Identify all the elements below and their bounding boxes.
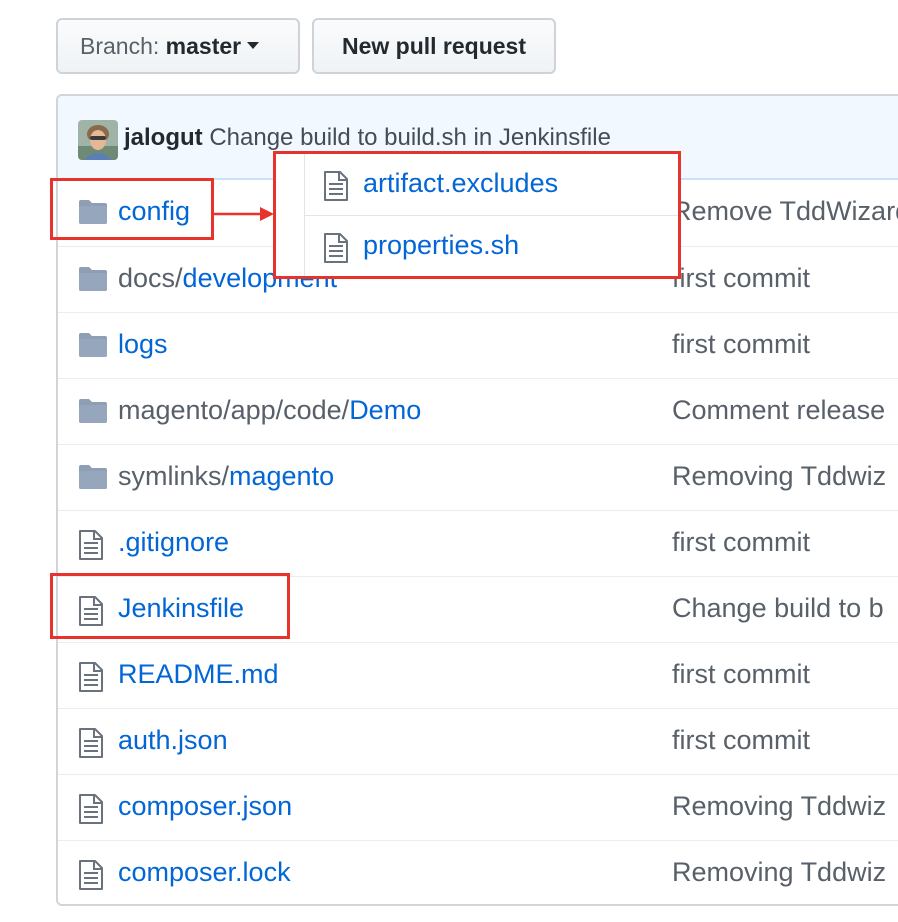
highlight-box-config bbox=[50, 178, 214, 240]
file-icon bbox=[78, 530, 108, 560]
config-file-name[interactable]: artifact.excludes bbox=[363, 168, 558, 199]
config-file-row[interactable]: artifact.excludes bbox=[305, 154, 678, 215]
branch-name: master bbox=[165, 33, 242, 59]
file-row[interactable]: auth.json first commit bbox=[58, 708, 898, 774]
new-pull-request-button[interactable]: New pull request bbox=[312, 18, 556, 74]
file-icon bbox=[78, 860, 108, 890]
folder-icon bbox=[78, 332, 108, 360]
config-contents-popup: artifact.excludes properties.sh bbox=[273, 151, 681, 279]
commit-message[interactable]: Change build to build.sh in Jenkinsfile bbox=[209, 124, 611, 151]
path-prefix: magento/app/code/ bbox=[118, 395, 350, 425]
commit-message-link[interactable]: first commit bbox=[672, 527, 810, 558]
file-icon bbox=[78, 728, 108, 758]
config-contents-list: artifact.excludes properties.sh bbox=[304, 154, 678, 276]
file-name: composer.lock bbox=[118, 857, 291, 887]
repo-file-browser: Branch: master New pull request jalogut … bbox=[0, 0, 898, 922]
file-row[interactable]: composer.json Removing Tddwiz bbox=[58, 774, 898, 840]
file-row[interactable]: magento/app/code/Demo Comment release bbox=[58, 378, 898, 444]
folder-icon bbox=[78, 398, 108, 426]
path-prefix: symlinks/ bbox=[118, 461, 230, 491]
folder-icon bbox=[78, 266, 108, 294]
folder-icon bbox=[78, 464, 108, 492]
file-name: auth.json bbox=[118, 725, 228, 755]
commit-message-link[interactable]: first commit bbox=[672, 725, 810, 756]
commit-message-link[interactable]: Removing Tddwiz bbox=[672, 791, 886, 822]
latest-commit-text: jalogut Change build to build.sh in Jenk… bbox=[124, 124, 611, 152]
commit-message-link[interactable]: first commit bbox=[672, 263, 810, 294]
commit-message-link[interactable]: Removing Tddwiz bbox=[672, 461, 886, 492]
commit-message-link[interactable]: first commit bbox=[672, 659, 810, 690]
file-name: composer.json bbox=[118, 791, 293, 821]
file-name: README.md bbox=[118, 659, 279, 689]
file-row[interactable]: README.md first commit bbox=[58, 642, 898, 708]
highlight-box-jenkinsfile bbox=[50, 573, 290, 639]
path-prefix: docs/ bbox=[118, 263, 183, 293]
file-icon bbox=[78, 794, 108, 824]
config-file-name[interactable]: properties.sh bbox=[363, 230, 519, 261]
file-name-link[interactable]: magento/app/code/Demo bbox=[118, 395, 421, 426]
file-name-link[interactable]: README.md bbox=[118, 659, 279, 690]
file-name: logs bbox=[118, 329, 168, 359]
file-row[interactable]: symlinks/magento Removing Tddwiz bbox=[58, 444, 898, 510]
file-row[interactable]: .gitignore first commit bbox=[58, 510, 898, 576]
commit-message-link[interactable]: Comment release bbox=[672, 395, 885, 426]
file-list: config Remove TddWizard docs/development fi… bbox=[58, 180, 898, 904]
file-icon bbox=[323, 233, 353, 263]
file-icon bbox=[78, 662, 108, 692]
branch-select-button[interactable]: Branch: master bbox=[56, 18, 300, 74]
file-name-link[interactable]: composer.json bbox=[118, 791, 292, 822]
file-name: magento bbox=[229, 461, 335, 491]
caret-down-icon bbox=[247, 42, 260, 50]
file-name-link[interactable]: logs bbox=[118, 329, 168, 360]
commit-message-link[interactable]: Remove TddWizard bbox=[672, 196, 898, 227]
file-name-link[interactable]: auth.json bbox=[118, 725, 228, 756]
branch-label: Branch: bbox=[80, 33, 160, 59]
file-name: Demo bbox=[349, 395, 422, 425]
commit-message-link[interactable]: Change build to b bbox=[672, 593, 884, 624]
commit-message-link[interactable]: Removing Tddwiz bbox=[672, 857, 886, 888]
commit-author[interactable]: jalogut bbox=[124, 124, 203, 151]
file-name-link[interactable]: .gitignore bbox=[118, 527, 229, 558]
arrow-right-icon bbox=[212, 207, 274, 221]
file-name-link[interactable]: composer.lock bbox=[118, 857, 291, 888]
file-name: .gitignore bbox=[118, 527, 230, 557]
config-file-row[interactable]: properties.sh bbox=[305, 215, 678, 276]
file-row[interactable]: composer.lock Removing Tddwiz bbox=[58, 840, 898, 904]
file-name-link[interactable]: symlinks/magento bbox=[118, 461, 334, 492]
file-row[interactable]: logs first commit bbox=[58, 312, 898, 378]
file-icon bbox=[323, 171, 353, 201]
commit-message-link[interactable]: first commit bbox=[672, 329, 810, 360]
avatar[interactable] bbox=[78, 120, 118, 160]
